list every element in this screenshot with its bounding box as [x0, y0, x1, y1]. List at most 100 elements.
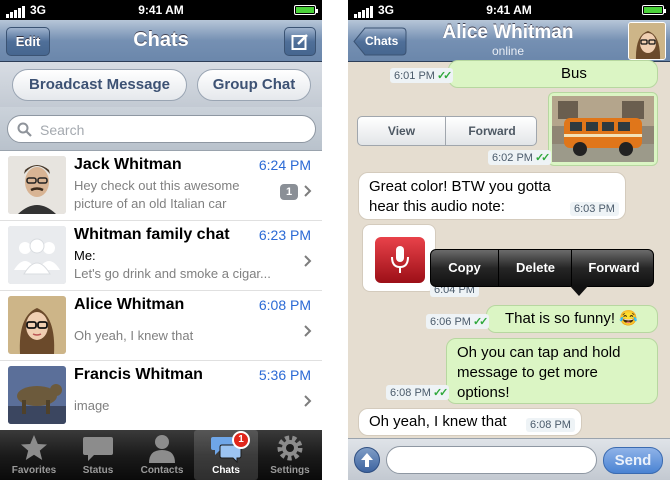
chat-name: Alice Whitman [74, 296, 185, 313]
message-timestamp: 6:03 PM [570, 202, 619, 216]
send-button[interactable]: Send [603, 447, 663, 474]
forward-image-button[interactable]: Forward [447, 117, 537, 145]
image-message[interactable] [548, 92, 658, 166]
chat-preview: Hey check out this awesome picture of an… [74, 177, 274, 213]
vw-bus-photo [552, 96, 654, 162]
chat-time: 6:08 PM [258, 297, 311, 313]
message-timestamp: 6:08 PM ✓✓ [386, 385, 450, 400]
tab-contacts[interactable]: Contacts [130, 430, 194, 480]
chat-preview: Me: Let's go drink and smoke a cigar... [74, 247, 274, 283]
status-bar: 3G 9:41 AM [0, 0, 322, 20]
battery-icon [642, 5, 666, 15]
message-text: Oh yeah, I knew that [369, 413, 507, 430]
message-timestamp: 6:01 PM ✓✓ [390, 68, 454, 83]
chevron-right-icon [304, 255, 312, 267]
navigation-bar: Chats Alice Whitman online [348, 20, 670, 62]
forward-menu-item[interactable]: Forward [573, 250, 655, 286]
chat-name: Whitman family chat [74, 226, 230, 243]
tab-favorites[interactable]: Favorites [2, 430, 66, 480]
chat-time: 6:24 PM [258, 157, 311, 173]
double-check-icon: ✓✓ [436, 70, 453, 82]
clock: 9:41 AM [486, 3, 532, 17]
group-avatar-icon [8, 226, 66, 284]
speech-bubble-icon [83, 437, 113, 461]
gear-icon [277, 435, 303, 461]
message-bubble-outgoing[interactable]: That is so funny! 😂 [486, 305, 658, 333]
tab-label: Settings [270, 465, 310, 476]
broadcast-message-button[interactable]: Broadcast Message [12, 69, 187, 101]
avatar [8, 296, 66, 354]
chat-preview: image [74, 397, 274, 415]
chat-name: Jack Whitman [74, 156, 182, 173]
message-text: Bus [561, 65, 587, 82]
chat-preview: Oh yeah, I knew that [74, 327, 274, 345]
chat-row-jack-whitman[interactable]: Jack Whitman 6:24 PM Hey check out this … [0, 151, 322, 221]
chat-preview-sender: Me: [74, 248, 96, 263]
message-text: That is so funny! 😂 [505, 310, 638, 327]
message-text: Oh you can tap and hold message to get m… [457, 344, 621, 401]
chevron-right-icon [304, 185, 312, 197]
message-bubble-outgoing[interactable]: Oh you can tap and hold message to get m… [446, 338, 658, 404]
chat-preview-line: image [74, 398, 110, 413]
audio-message[interactable] [362, 224, 436, 292]
battery-icon [294, 5, 318, 15]
contact-name[interactable]: Alice Whitman [398, 22, 618, 44]
chat-preview-line: Hey check out this awesome [74, 178, 240, 193]
tab-label: Status [82, 465, 114, 476]
star-icon [21, 435, 47, 460]
conversation-screen: 3G 9:41 AM Chats Alice Whitman online Bu… [348, 0, 670, 480]
chat-row-whitman-family-chat[interactable]: Whitman family chat 6:23 PM Me: Let's go… [0, 221, 322, 291]
group-chat-button[interactable]: Group Chat [197, 69, 311, 101]
tab-label: Favorites [11, 465, 57, 476]
view-button[interactable]: View [358, 117, 446, 145]
search-icon [17, 122, 32, 137]
avatar [8, 366, 66, 424]
double-check-icon: ✓✓ [432, 387, 449, 399]
avatar [8, 156, 66, 214]
message-timestamp: 6:02 PM ✓✓ [488, 150, 552, 165]
status-bar: 3G 9:41 AM [348, 0, 670, 20]
quick-actions-bar: Broadcast Message Group Chat [0, 62, 322, 107]
compose-icon [291, 34, 308, 50]
tab-badge: 1 [232, 431, 250, 449]
chat-row-francis-whitman[interactable]: Francis Whitman 5:36 PM image [0, 361, 322, 431]
chat-preview-line: Let's go drink and smoke a cigar... [74, 266, 271, 281]
message-text: Great color! BTW you gotta hear this aud… [369, 178, 551, 215]
search-placeholder: Search [40, 122, 85, 138]
page-title: Chats [133, 29, 189, 51]
contact-avatar[interactable] [628, 22, 666, 60]
search-bar: Search [0, 107, 322, 151]
delete-menu-item[interactable]: Delete [500, 250, 572, 286]
chevron-right-icon [304, 325, 312, 337]
copy-menu-item[interactable]: Copy [431, 250, 499, 286]
clock: 9:41 AM [138, 3, 184, 17]
person-icon [149, 435, 175, 463]
contact-status: online [491, 44, 525, 58]
microphone-icon [391, 246, 409, 273]
message-timestamp: 6:08 PM [526, 418, 575, 432]
message-timestamp: 6:06 PM ✓✓ [426, 314, 490, 329]
chat-time: 5:36 PM [258, 367, 311, 383]
chat-preview-line: Oh yeah, I knew that [74, 328, 194, 343]
chat-time: 6:23 PM [258, 227, 311, 243]
attach-button[interactable] [354, 447, 380, 473]
tab-chats[interactable]: 1 Chats [194, 430, 258, 480]
context-menu-pointer [570, 286, 588, 296]
chat-name: Francis Whitman [74, 366, 203, 383]
tab-label: Chats [212, 465, 240, 476]
search-input[interactable]: Search [7, 115, 316, 143]
message-bubble-outgoing[interactable]: Bus [448, 60, 658, 88]
tab-status[interactable]: Status [66, 430, 130, 480]
double-check-icon: ✓✓ [472, 316, 489, 328]
message-input[interactable] [386, 446, 597, 474]
double-check-icon: ✓✓ [534, 152, 551, 164]
audio-note-button[interactable] [375, 237, 425, 283]
tab-settings[interactable]: Settings [258, 430, 322, 480]
unread-badge: 1 [280, 184, 298, 200]
message-context-menu: Copy Delete Forward [430, 249, 654, 287]
compose-button[interactable] [284, 27, 316, 56]
message-input-bar: Send [348, 438, 670, 480]
chevron-right-icon [304, 395, 312, 407]
tab-bar: Favorites Status Contacts 1 Chats Settin… [0, 430, 322, 480]
chat-row-alice-whitman[interactable]: Alice Whitman 6:08 PM Oh yeah, I knew th… [0, 291, 322, 361]
